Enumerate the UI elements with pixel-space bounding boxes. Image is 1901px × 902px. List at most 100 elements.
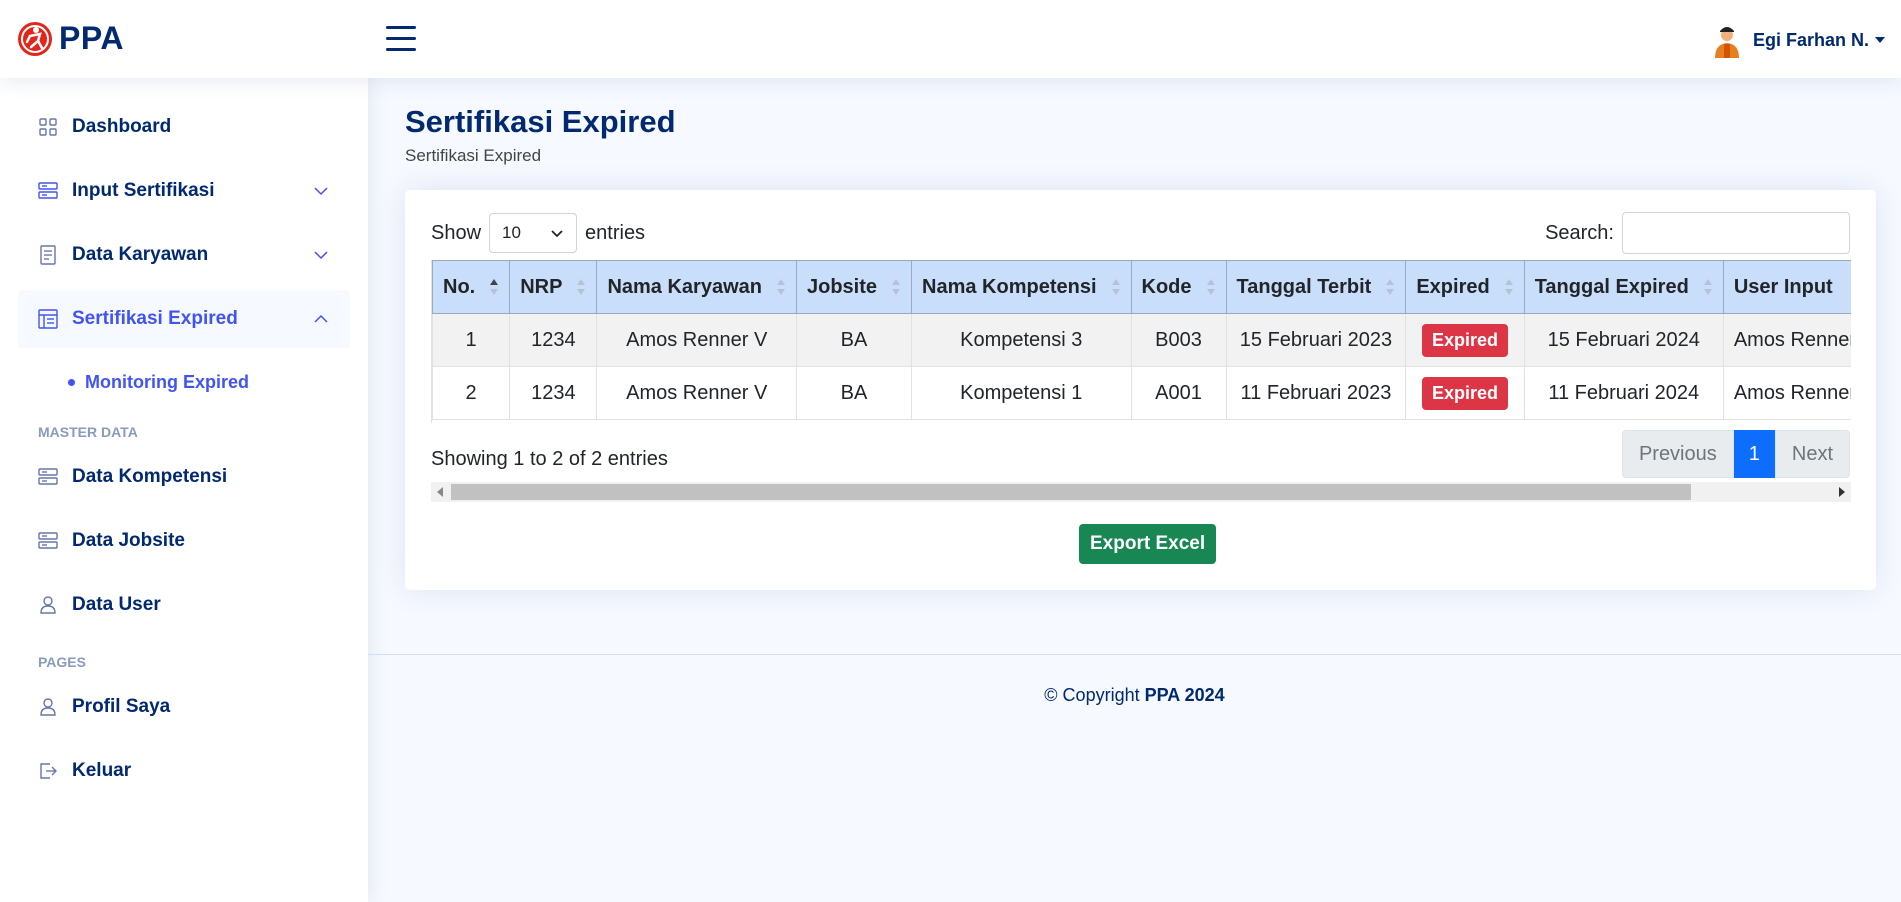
- sort-icon: [1206, 279, 1215, 295]
- sort-icon: [1386, 279, 1395, 295]
- column-header-label: NRP: [520, 275, 563, 298]
- column-header-label: Jobsite: [806, 275, 878, 298]
- column-header[interactable]: NRP: [509, 260, 598, 314]
- bullet-icon: [68, 378, 75, 386]
- sidebar-item-keluar[interactable]: Keluar: [18, 742, 350, 800]
- grid-icon: [39, 118, 57, 136]
- sidebar-item-sertifikasi-expired[interactable]: Sertifikasi Expired: [18, 290, 350, 348]
- status-badge: Expired: [1422, 376, 1509, 410]
- sidebar-item-label: Data Karyawan: [72, 244, 209, 265]
- footer-copyright: © Copyright PPA 2024: [368, 685, 1901, 706]
- column-header-label: No.: [443, 275, 476, 298]
- top-header: PPA Egi Farhan N.: [0, 0, 1901, 78]
- column-header[interactable]: Nama Karyawan: [596, 260, 797, 314]
- section-heading-master-data: MASTER DATA: [38, 424, 138, 440]
- sidebar-item-profil-saya[interactable]: Profil Saya: [18, 678, 350, 736]
- sertifikasi-table: No. NRP Nama Karyawan Jobsite Nama Kompetens…: [432, 260, 1851, 420]
- column-header[interactable]: Tanggal Expired: [1523, 260, 1724, 314]
- sidebar-item-label: Data Kompetensi: [72, 466, 228, 487]
- sidebar-item-label: Sertifikasi Expired: [72, 308, 238, 329]
- search-input[interactable]: [1622, 212, 1850, 254]
- logo[interactable]: PPA: [17, 20, 124, 57]
- scroll-right-icon[interactable]: [1839, 487, 1845, 497]
- sort-icon: [1111, 279, 1120, 295]
- table-cell: Kompetensi 3: [911, 313, 1132, 367]
- sidebar-subitem-label: Monitoring Expired: [85, 371, 249, 392]
- table-cell: BA: [795, 313, 913, 367]
- table-cell: Amos Renner V: [1722, 366, 1851, 420]
- user-menu[interactable]: Egi Farhan N.: [1709, 22, 1885, 58]
- table-cell: Amos Renner V: [1722, 313, 1851, 367]
- table-header-row: No. NRP Nama Karyawan Jobsite Nama Kompetens…: [432, 260, 1851, 314]
- sort-icon: [577, 279, 586, 295]
- scroll-left-icon[interactable]: [437, 487, 443, 497]
- table-scroll-area: No. NRP Nama Karyawan Jobsite Nama Kompetens…: [431, 260, 1851, 423]
- column-header-label: Nama Kompetensi: [922, 275, 1097, 298]
- column-header[interactable]: Tanggal Terbit: [1225, 260, 1407, 314]
- document-icon: [40, 245, 56, 265]
- table-cell: Kompetensi 1: [911, 366, 1132, 420]
- sidebar-item-label: Data Jobsite: [72, 530, 185, 551]
- table-card: Show 10 entries Search: No. NRP Nama Karya…: [405, 190, 1876, 590]
- server-icon: [38, 532, 58, 549]
- page-1-button[interactable]: 1: [1733, 430, 1775, 478]
- export-excel-button[interactable]: Export Excel: [1079, 524, 1217, 564]
- table-cell: A001: [1130, 366, 1227, 420]
- sidebar-item-data-user[interactable]: Data User: [18, 576, 350, 634]
- avatar: [1714, 27, 1739, 58]
- footer: © Copyright PPA 2024: [368, 654, 1901, 734]
- scrollbar-thumb[interactable]: [451, 484, 1691, 500]
- server-icon: [38, 468, 58, 485]
- breadcrumb[interactable]: Sertifikasi Expired: [405, 146, 541, 166]
- table-cell: 2: [432, 366, 511, 420]
- table-cell: B003: [1130, 313, 1227, 367]
- sidebar-item-data-jobsite[interactable]: Data Jobsite: [18, 512, 350, 570]
- sidebar-item-input-sertifikasi[interactable]: Input Sertifikasi: [18, 162, 350, 220]
- logout-icon: [40, 763, 57, 779]
- sidebar-item-dashboard[interactable]: Dashboard: [18, 98, 350, 156]
- chevron-down-icon: [551, 230, 563, 238]
- next-button[interactable]: Next: [1774, 430, 1850, 478]
- entries-select[interactable]: 10: [489, 213, 578, 253]
- chevron-down-icon: [314, 187, 328, 196]
- column-header[interactable]: No.: [432, 260, 511, 314]
- entries-label: entries: [585, 221, 646, 244]
- menu-toggle-icon[interactable]: [386, 26, 416, 52]
- table-cell: BA: [795, 366, 913, 420]
- table-cell: 11 Februari 2024: [1523, 366, 1724, 420]
- table-cell: 1: [432, 313, 511, 367]
- sidebar-item-data-kompetensi[interactable]: Data Kompetensi: [18, 448, 350, 506]
- column-header[interactable]: User Input: [1722, 260, 1851, 314]
- table-row: 1 1234 Amos Renner V BA Kompetensi 3 B003 15 F…: [432, 313, 1851, 367]
- sort-icon: [776, 279, 785, 295]
- sidebar: Dashboard Input Sertifikasi Data Karyawa…: [0, 78, 368, 902]
- sidebar-item-label: Profil Saya: [72, 696, 171, 717]
- layout-icon: [38, 309, 58, 329]
- column-header[interactable]: Jobsite: [795, 260, 913, 314]
- column-header[interactable]: Kode: [1130, 260, 1227, 314]
- column-header-label: Expired: [1416, 275, 1490, 298]
- horizontal-scrollbar[interactable]: [431, 482, 1851, 502]
- column-header-label: User Input: [1733, 275, 1833, 298]
- copyright-brand: PPA 2024: [1144, 685, 1225, 705]
- column-header-label: Tanggal Terbit: [1236, 275, 1372, 298]
- sidebar-item-data-karyawan[interactable]: Data Karyawan: [18, 226, 350, 284]
- column-header[interactable]: Expired: [1405, 260, 1525, 314]
- sidebar-subitem-monitoring-expired[interactable]: Monitoring Expired: [18, 354, 350, 410]
- user-name: Egi Farhan N.: [1752, 29, 1869, 50]
- datatable-controls: Show 10 entries Search:: [431, 212, 1850, 254]
- brand-name: PPA: [59, 20, 124, 56]
- sort-icon: [892, 279, 901, 295]
- chevron-up-icon: [314, 314, 328, 323]
- caret-down-icon: [1875, 37, 1885, 43]
- sidebar-item-label: Input Sertifikasi: [72, 180, 215, 201]
- column-header[interactable]: Nama Kompetensi: [911, 260, 1132, 314]
- page-title: Sertifikasi Expired: [405, 104, 676, 139]
- previous-button[interactable]: Previous: [1621, 430, 1734, 478]
- table-cell: Expired: [1405, 366, 1525, 420]
- sidebar-item-label: Keluar: [72, 760, 132, 781]
- section-heading-pages: PAGES: [38, 654, 86, 670]
- table-cell: 1234: [509, 366, 598, 420]
- ppa-logo-icon: [18, 21, 52, 56]
- table-cell: Amos Renner V: [596, 313, 797, 367]
